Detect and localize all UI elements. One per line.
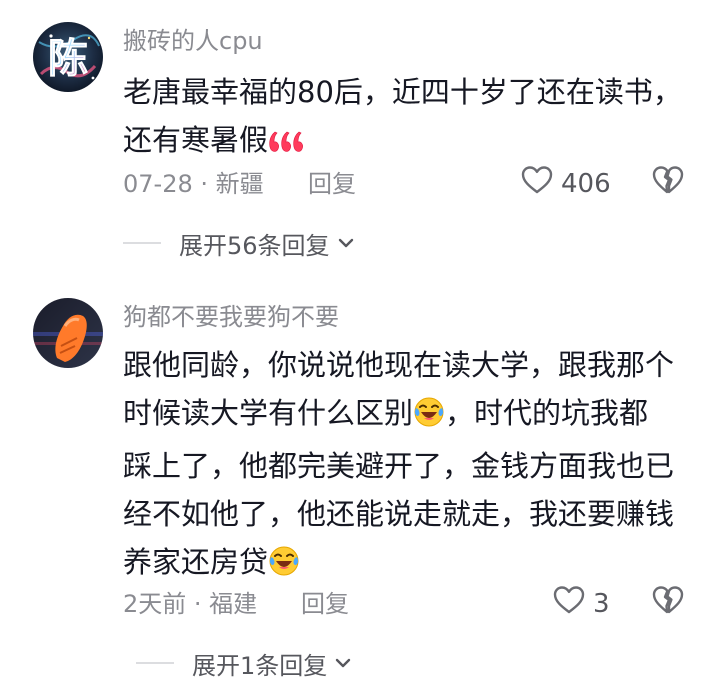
heart-outline-icon: [553, 585, 585, 624]
divider-line: [136, 662, 174, 664]
avatar-character: 陈: [48, 36, 88, 82]
laughing-crying-emoji: [413, 394, 445, 442]
comment-text-line: 还有寒暑假: [123, 123, 269, 157]
comment-text-line: 跟他同龄，你说说他现在读大学，跟我那个: [123, 348, 675, 382]
like-button[interactable]: 3: [553, 585, 610, 624]
comment-meta: 2天前 · 福建 回复 3: [123, 585, 684, 624]
reply-button[interactable]: 回复: [301, 587, 349, 621]
comment-text-line: 老唐最幸福的80后，近四十岁了还在读书，: [123, 75, 682, 109]
comment-text-line: 经不如他了，他还能说走就走，我还要赚钱: [123, 497, 675, 531]
comment-text-line: 时候读大学有什么区别: [123, 396, 414, 430]
comment-text-line: 踩上了，他都完美避开了，金钱方面我也已: [123, 449, 675, 483]
666-emoji: [268, 121, 306, 169]
comment-text-line: 养家还房贷: [123, 545, 269, 579]
divider-line: [123, 242, 161, 244]
like-button[interactable]: 406: [521, 165, 611, 204]
chevron-down-icon: [336, 233, 356, 253]
username[interactable]: 狗都不要我要狗不要: [123, 302, 339, 332]
avatar[interactable]: [33, 298, 103, 368]
date-location: 07-28 · 新疆: [123, 170, 264, 198]
comment-item: 狗都不要我要狗不要 跟他同龄，你说说他现在读大学，跟我那个 时候读大学有什么区别…: [0, 284, 720, 689]
like-count: 3: [593, 589, 610, 619]
laughing-crying-emoji: [268, 543, 300, 591]
username[interactable]: 搬砖的人cpu: [123, 26, 263, 56]
expand-replies-label: 展开56条回复: [179, 231, 330, 260]
dislike-button[interactable]: [651, 585, 685, 624]
comment-meta: 07-28 · 新疆 回复 406: [123, 165, 684, 204]
date-location: 2天前 · 福建: [123, 590, 258, 618]
expand-replies-button[interactable]: 展开1条回复: [136, 646, 353, 680]
comment-item: 陈 搬砖的人cpu 老唐最幸福的80后，近四十岁了还在读书， 还有寒暑假 07-…: [0, 0, 720, 268]
chevron-down-icon: [333, 653, 353, 673]
comment-text-line: ，时代的坑我都: [445, 396, 649, 430]
comment-text: 跟他同龄，你说说他现在读大学，跟我那个 时候读大学有什么区别 ，时代的坑我都 踩…: [123, 341, 703, 591]
reply-button[interactable]: 回复: [308, 167, 356, 201]
expand-replies-label: 展开1条回复: [192, 651, 328, 680]
dislike-button[interactable]: [651, 165, 685, 204]
expand-replies-button[interactable]: 展开56条回复: [123, 226, 356, 260]
broken-heart-icon: [652, 585, 684, 624]
heart-outline-icon: [521, 165, 553, 204]
broken-heart-icon: [652, 165, 684, 204]
like-count: 406: [561, 169, 611, 199]
avatar[interactable]: 陈: [33, 22, 103, 92]
comment-text: 老唐最幸福的80后，近四十岁了还在读书， 还有寒暑假: [123, 68, 703, 169]
